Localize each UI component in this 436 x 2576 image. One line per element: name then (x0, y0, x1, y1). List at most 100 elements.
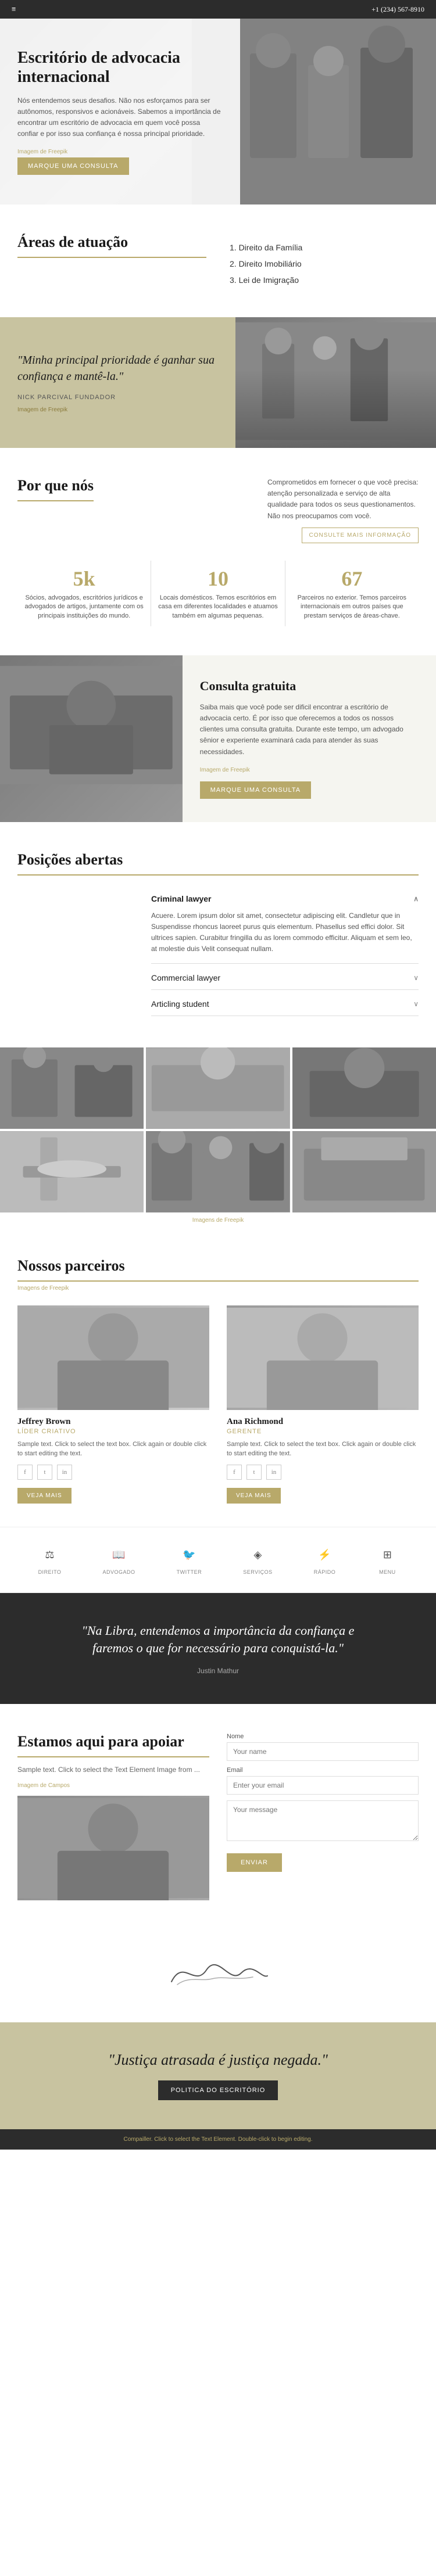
form-name-input[interactable] (227, 1742, 419, 1761)
quote-credit: Imagem de Freepik (17, 407, 218, 413)
ana-svg (227, 1305, 419, 1410)
consulta-right: Consulta gratuita Saiba mais que você po… (183, 655, 436, 822)
gallery-grid (0, 1047, 436, 1212)
linkedin-icon-jeffrey[interactable]: in (57, 1465, 72, 1480)
gallery-section: Imagens de Freepik (0, 1047, 436, 1234)
gallery-svg-6 (292, 1131, 436, 1212)
partner-social-ana: f t in (227, 1465, 419, 1480)
book-icon: 📖 (109, 1545, 130, 1566)
why-us-section: Por que nós Comprometidos em fornecer o … (0, 448, 436, 655)
consulta-credit-source: Freepik (230, 767, 249, 773)
form-name-label: Nome (227, 1733, 419, 1740)
signature-image (17, 1947, 419, 1999)
consulta-credit-prefix: Imagem de (200, 767, 229, 773)
stat-2-label: Locais domésticos. Temos escritórios em … (157, 594, 278, 620)
gallery-credit-prefix: Imagens de (192, 1217, 223, 1224)
hero-cta-button[interactable]: MARQUE UMA CONSULTA (17, 157, 129, 175)
icon-item-servicos[interactable]: ◈ SERVIÇOS (243, 1545, 272, 1575)
signature-section (0, 1929, 436, 2022)
dark-quote-text: "Na Libra, entendemos a importância da c… (73, 1622, 363, 1658)
stat-1-number: 5k (23, 566, 145, 591)
dark-quote-author: Justin Mathur (17, 1667, 419, 1675)
twitter-icon-jeffrey[interactable]: t (37, 1465, 52, 1480)
stat-3-number: 67 (291, 566, 413, 591)
stat-3: 67 Parceiros no exterior. Temos parceiro… (285, 561, 419, 626)
consulta-svg (0, 655, 183, 795)
hero-overlay: Escritório de advocacia internacional Nó… (0, 19, 240, 204)
accordion-commercial-title: Commercial lawyer (151, 973, 220, 982)
accordion-articling-title: Articling student (151, 999, 209, 1009)
partner-avatar-ana (227, 1305, 419, 1410)
partner-btn-jeffrey[interactable]: VEJA MAIS (17, 1488, 72, 1504)
gallery-svg-5 (146, 1131, 290, 1212)
apoio-form: Nome Email ENVIAR (227, 1733, 419, 1872)
quote-credit-source: Freepik (48, 407, 67, 413)
apoio-credit-prefix: Imagem de (17, 1782, 47, 1789)
accordion-criminal-header[interactable]: Criminal lawyer ∧ (151, 887, 419, 910)
area-item-2: 2. Direito Imobiliário (230, 256, 419, 272)
consulta-section: Consulta gratuita Saiba mais que você po… (0, 655, 436, 822)
accordion-commercial-chevron: ∨ (413, 974, 419, 982)
positions-section: Posições abertas Criminal lawyer ∧ Acuer… (0, 822, 436, 1047)
form-message-textarea[interactable] (227, 1800, 419, 1841)
icon-item-twitter[interactable]: 🐦 TWITTER (177, 1545, 202, 1575)
icon-item-direito[interactable]: ⚖ DIREITO (38, 1545, 62, 1575)
accordion-articling-student: Articling student ∨ (151, 992, 419, 1016)
gallery-item-3 (292, 1047, 436, 1129)
gallery-item-4 (0, 1131, 144, 1212)
signature-svg (160, 1947, 276, 1993)
area-item-1: 1. Direito da Família (230, 239, 419, 256)
accordion-articling-header[interactable]: Articling student ∨ (151, 992, 419, 1016)
linkedin-icon-ana[interactable]: in (266, 1465, 281, 1480)
icon-item-advogado[interactable]: 📖 ADVOGADO (103, 1545, 135, 1575)
diamond-icon: ◈ (247, 1545, 268, 1566)
positions-description-area (17, 887, 134, 1018)
positions-accordion: Criminal lawyer ∧ Acuere. Lorem ipsum do… (151, 887, 419, 1018)
accordion-criminal-content: Acuere. Lorem ipsum dolor sit amet, cons… (151, 910, 419, 963)
partners-title: Nossos parceiros (17, 1257, 419, 1282)
partner-card-jeffrey: Jeffrey Brown LÍDER CRIATIVO Sample text… (17, 1305, 209, 1504)
partner-name-ana: Ana Richmond (227, 1417, 419, 1427)
form-message-group (227, 1800, 419, 1844)
why-more-button[interactable]: CONSULTE MAIS INFORMAÇÃO (302, 528, 419, 543)
icon-label-servicos: SERVIÇOS (243, 1569, 272, 1575)
icons-row: ⚖ DIREITO 📖 ADVOGADO 🐦 TWITTER ◈ SERVIÇO… (0, 1527, 436, 1593)
hero-credit-source: Freepik (48, 149, 67, 155)
accordion-commercial-header[interactable]: Commercial lawyer ∨ (151, 966, 419, 989)
logo: ≡ (12, 5, 17, 14)
grid-icon: ⊞ (377, 1545, 398, 1566)
form-submit-button[interactable]: ENVIAR (227, 1853, 282, 1872)
partner-role-ana: GERENTE (227, 1428, 419, 1435)
gallery-item-5 (146, 1131, 290, 1212)
scale-icon: ⚖ (39, 1545, 60, 1566)
gallery-svg-4 (0, 1131, 144, 1212)
stat-1: 5k Sócios, advogados, escritórios jurídi… (17, 561, 151, 626)
consulta-cta-button[interactable]: MARQUE UMA CONSULTA (200, 781, 312, 799)
icon-item-rapido[interactable]: ⚡ RÁPIDO (314, 1545, 336, 1575)
facebook-icon-jeffrey[interactable]: f (17, 1465, 33, 1480)
apoio-text: Sample text. Click to select the Text El… (17, 1764, 209, 1775)
gallery-item-1 (0, 1047, 144, 1129)
form-email-input[interactable] (227, 1776, 419, 1795)
partner-avatar-jeffrey (17, 1305, 209, 1410)
partner-social-jeffrey: f t in (17, 1465, 209, 1480)
partners-credit: Imagens de Freepik (17, 1285, 419, 1291)
hero-credit-prefix: Imagem de (17, 149, 47, 155)
apoio-svg (17, 1796, 209, 1900)
stats-row: 5k Sócios, advogados, escritórios jurídi… (17, 561, 419, 626)
gallery-svg-3 (292, 1047, 436, 1129)
partners-section: Nossos parceiros Imagens de Freepik Jeff… (0, 1234, 436, 1527)
apoio-credit-source: Campos (48, 1782, 70, 1789)
form-email-label: Email (227, 1767, 419, 1774)
icon-item-menu[interactable]: ⊞ MENU (377, 1545, 398, 1575)
twitter-icon-ana[interactable]: t (246, 1465, 262, 1480)
positions-title: Posições abertas (17, 851, 419, 876)
partner-btn-ana[interactable]: VEJA MAIS (227, 1488, 281, 1504)
why-header: Por que nós Comprometidos em fornecer o … (17, 477, 419, 543)
apoio-section: Estamos aqui para apoiar Sample text. Cl… (0, 1704, 436, 1929)
positions-layout: Criminal lawyer ∧ Acuere. Lorem ipsum do… (17, 887, 419, 1018)
quote-left: "Minha principal prioridade é ganhar sua… (0, 317, 235, 448)
gallery-item-6 (292, 1131, 436, 1212)
final-quote-button[interactable]: POLITICA DO ESCRITÓRIO (158, 2080, 278, 2100)
facebook-icon-ana[interactable]: f (227, 1465, 242, 1480)
